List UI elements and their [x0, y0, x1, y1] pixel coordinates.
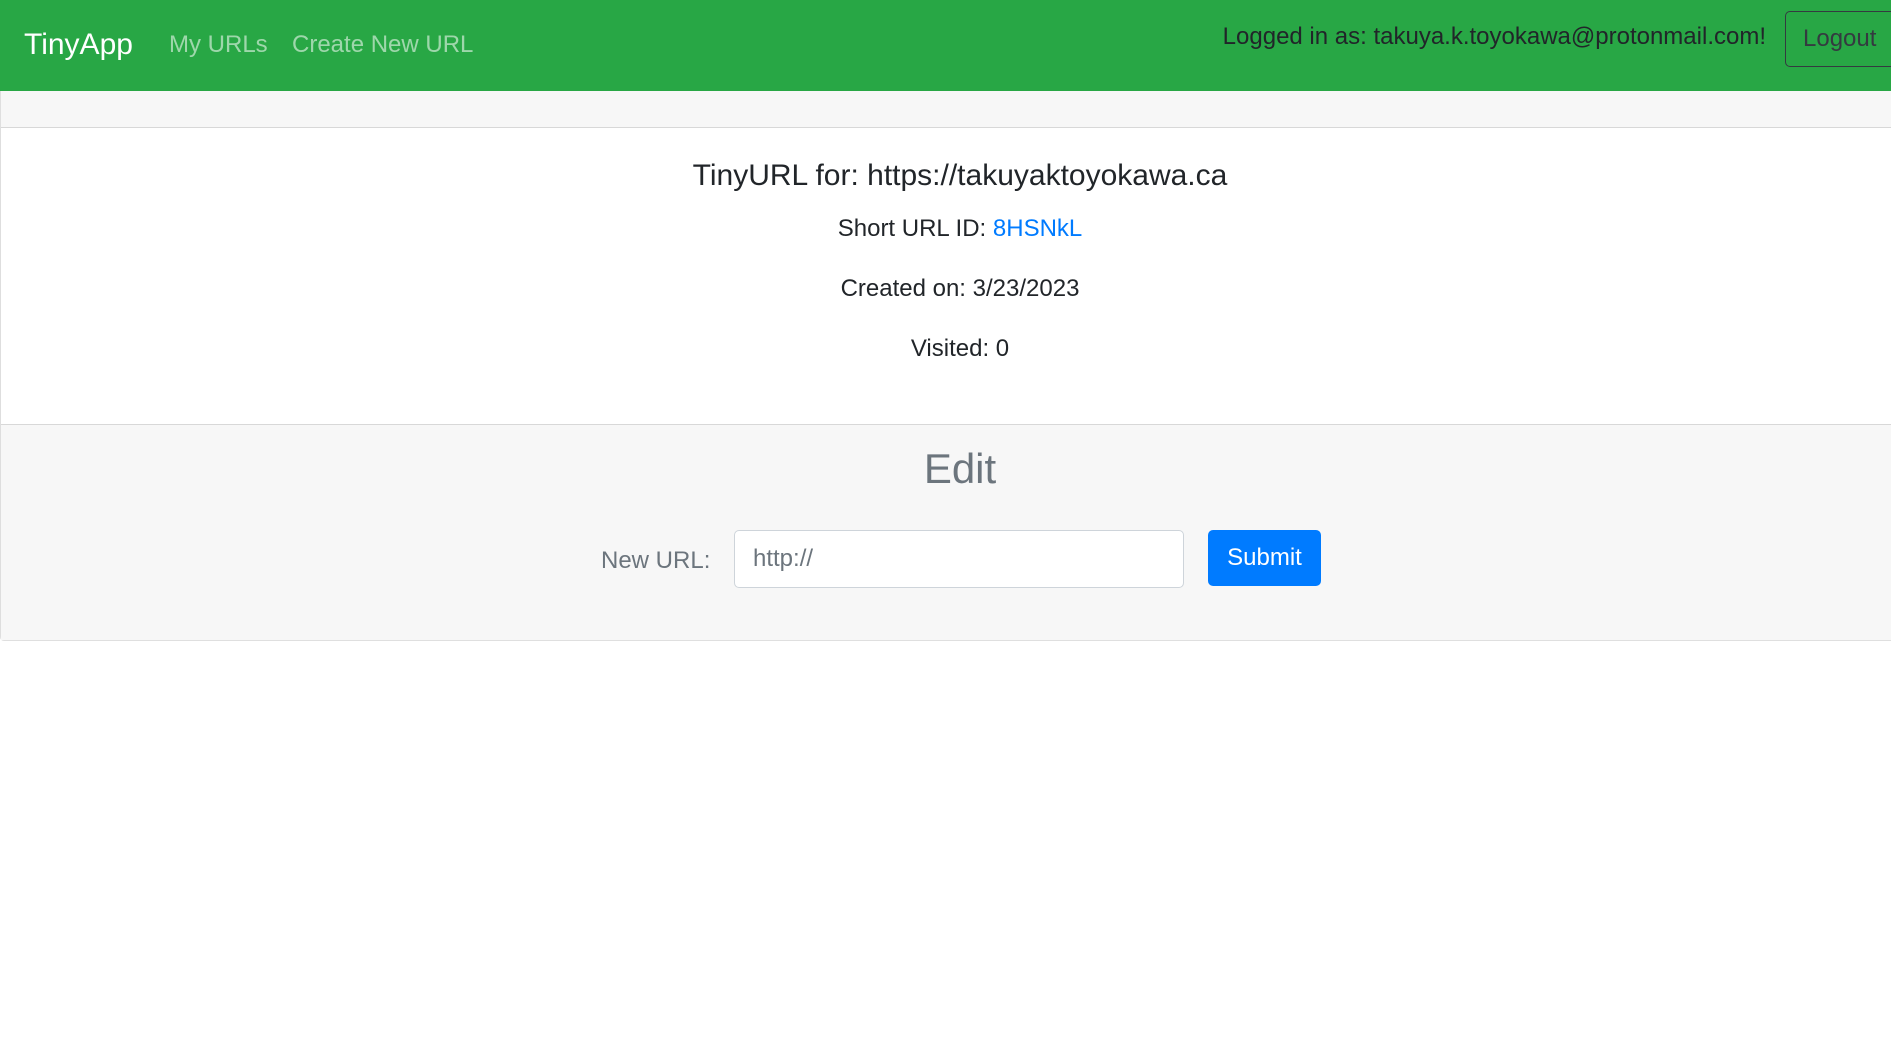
logout-button[interactable]: Logout — [1785, 11, 1891, 67]
new-url-input[interactable] — [734, 530, 1184, 588]
submit-button[interactable]: Submit — [1208, 530, 1321, 586]
created-on-text: Created on: 3/23/2023 — [840, 275, 1080, 302]
nav-link-create-new-url[interactable]: Create New URL — [292, 29, 473, 61]
top-navbar: TinyApp My URLs Create New URL Logged in… — [0, 0, 1891, 91]
short-url-line: Short URL ID: 8HSNkL — [1, 213, 1891, 245]
new-url-label: New URL: — [601, 547, 711, 574]
brand-link[interactable]: TinyApp — [24, 26, 133, 64]
nav-link-my-urls[interactable]: My URLs — [169, 29, 268, 61]
visited-count-text: Visited: 0 — [910, 335, 1010, 362]
card-title: TinyURL for: https://takuyaktoyokawa.ca — [692, 159, 1228, 192]
edit-section: Edit New URL: Submit — [1, 424, 1891, 640]
short-url-link[interactable]: 8HSNkL — [993, 215, 1082, 242]
card-body: TinyURL for: https://takuyaktoyokawa.ca … — [1, 128, 1891, 424]
edit-heading: Edit — [923, 445, 997, 492]
url-detail-card: TinyURL for: https://takuyaktoyokawa.ca … — [0, 91, 1891, 641]
logged-in-status: Logged in as: takuya.k.toyokawa@protonma… — [1222, 23, 1766, 50]
card-header — [1, 91, 1891, 128]
short-url-label: Short URL ID: — [837, 215, 993, 242]
